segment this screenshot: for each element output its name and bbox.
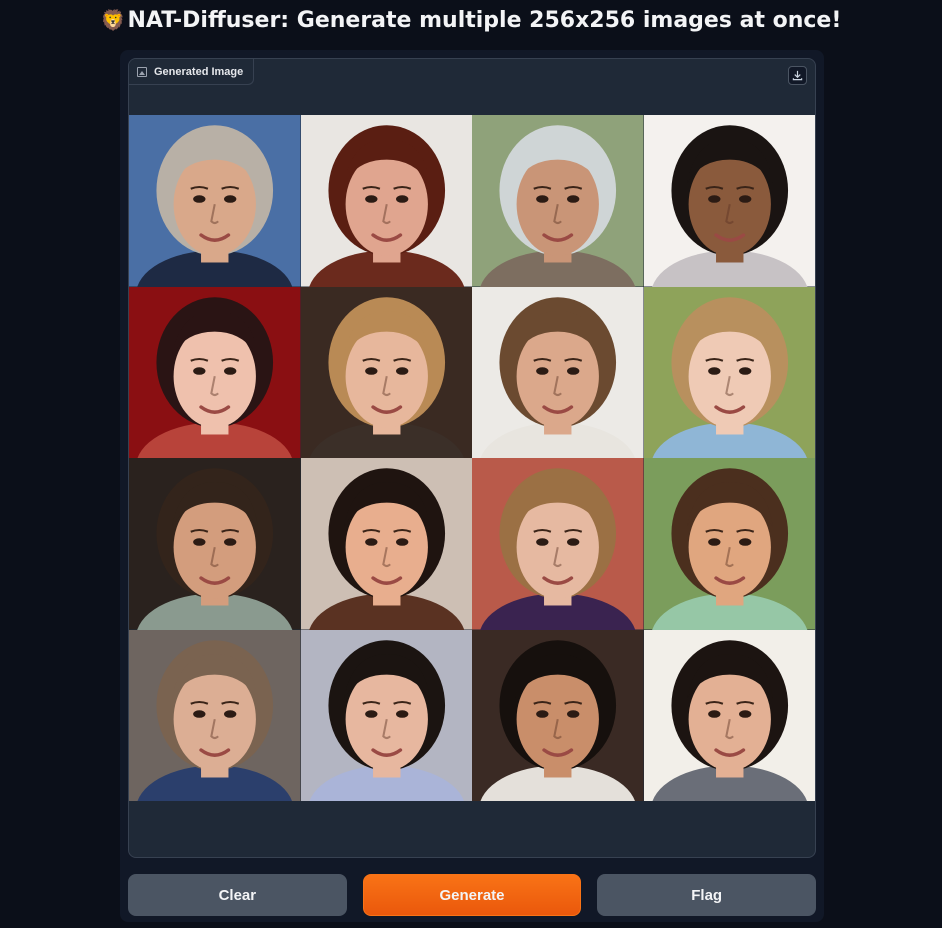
output-label: Generated Image	[129, 59, 255, 85]
generated-image-output: Generated Image	[128, 58, 816, 858]
clear-button[interactable]: Clear	[128, 874, 347, 916]
generated-face-4	[643, 115, 815, 287]
generated-face-10	[300, 458, 472, 630]
generated-face-9	[129, 458, 301, 630]
page-title-text: NAT-Diffuser: Generate multiple 256x256 …	[127, 7, 842, 33]
generated-face-11	[472, 458, 644, 630]
generated-face-13	[129, 629, 301, 801]
generated-face-15	[472, 629, 644, 801]
generated-face-3	[472, 115, 644, 287]
lion-logo-icon: 🦁	[100, 8, 126, 32]
action-buttons: Clear Generate Flag	[128, 874, 817, 916]
generated-face-16	[643, 629, 815, 801]
generated-face-2	[300, 115, 472, 287]
image-icon	[137, 66, 147, 77]
flag-button[interactable]: Flag	[597, 874, 817, 916]
generated-face-12	[643, 458, 815, 630]
generate-button[interactable]: Generate	[362, 874, 582, 916]
output-label-text: Generated Image	[154, 65, 244, 78]
generated-face-7	[472, 286, 644, 458]
generated-face-5	[129, 286, 301, 458]
download-icon	[792, 70, 803, 81]
page-title: 🦁 NAT-Diffuser: Generate multiple 256x25…	[0, 0, 942, 40]
download-button[interactable]	[788, 66, 807, 85]
generated-face-6	[300, 286, 472, 458]
generated-face-14	[300, 629, 472, 801]
generated-face-1	[129, 115, 301, 287]
generated-face-8	[643, 286, 815, 458]
generated-image-grid	[129, 115, 815, 801]
